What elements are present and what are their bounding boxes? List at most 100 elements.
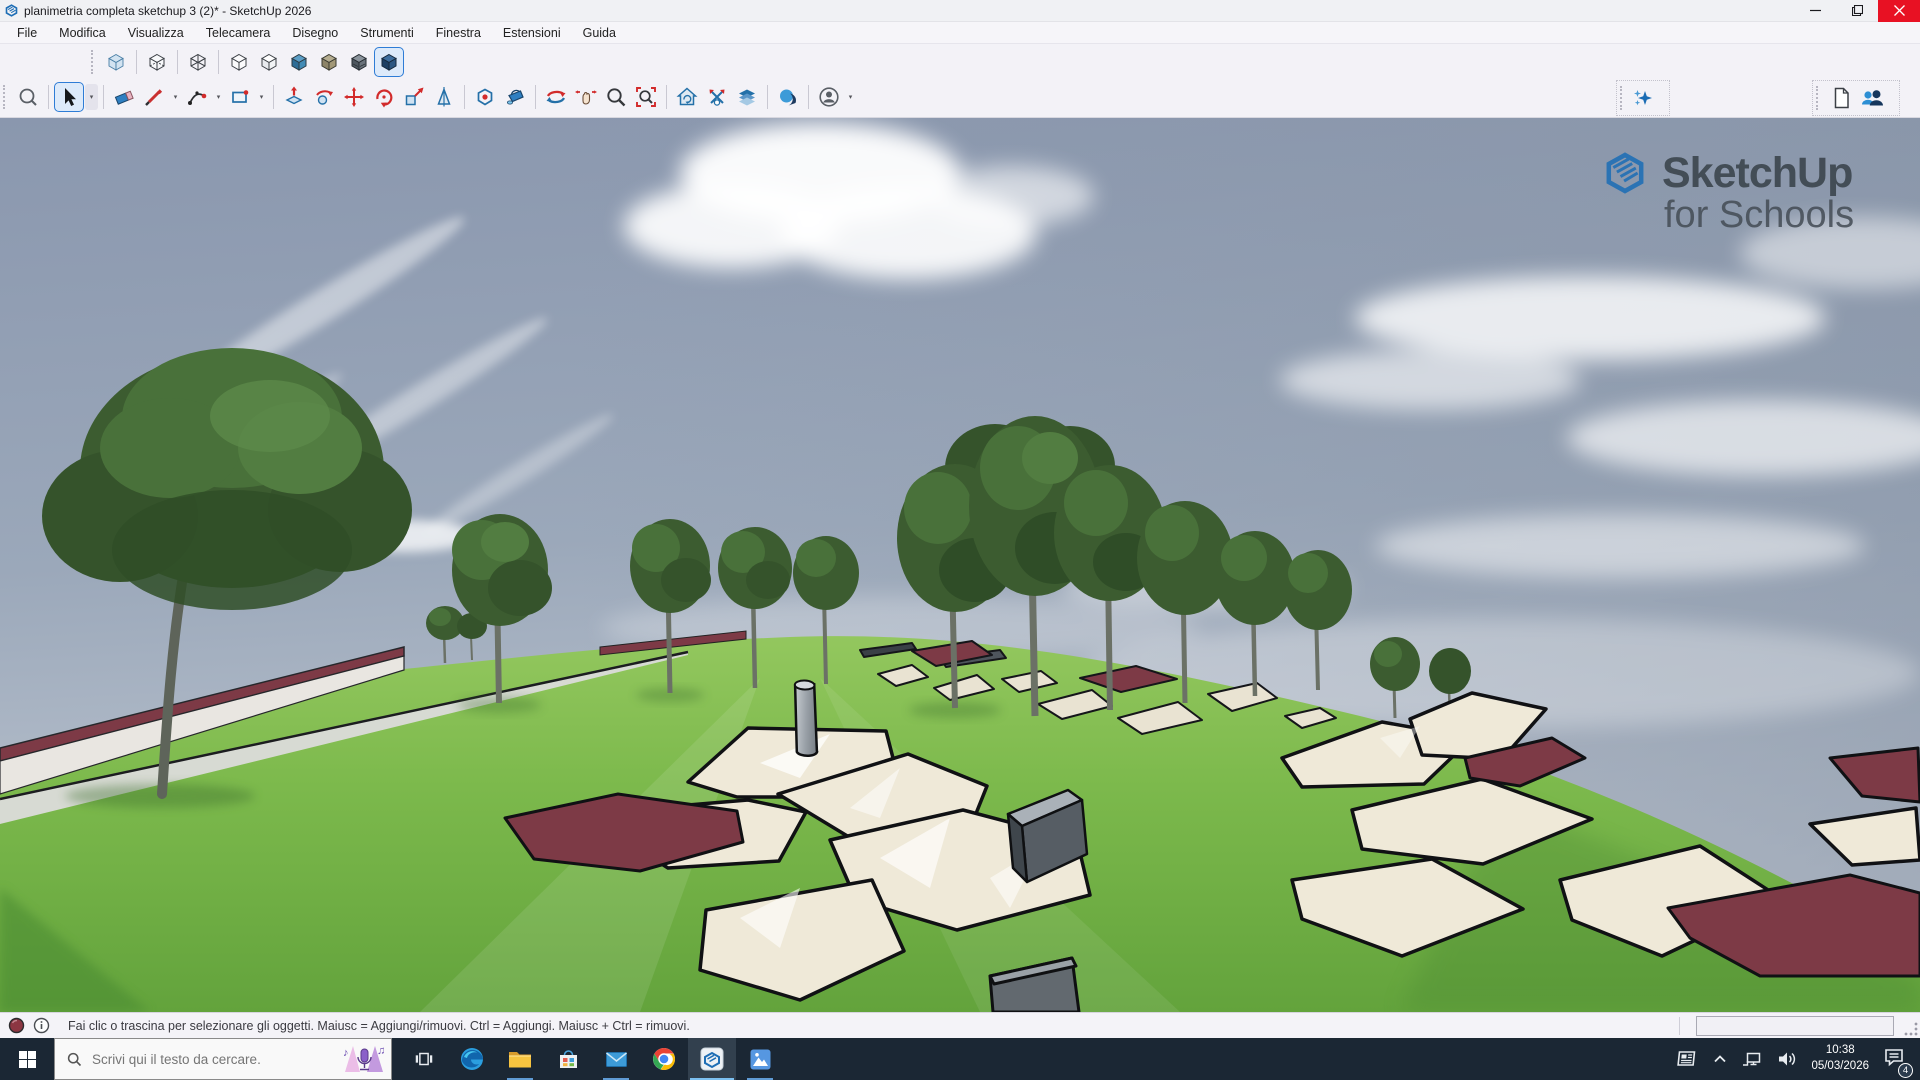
follow-me-tool-button[interactable]	[309, 82, 339, 112]
axes-tool-button[interactable]	[429, 82, 459, 112]
position-camera-button[interactable]	[702, 82, 732, 112]
menu-disegno[interactable]: Disegno	[281, 22, 349, 44]
notification-center-button[interactable]: 4	[1882, 1045, 1906, 1074]
menu-visualizza[interactable]: Visualizza	[117, 22, 195, 44]
push-pull-tool-button[interactable]	[279, 82, 309, 112]
zoom-extents-tool-button[interactable]	[631, 82, 661, 112]
home-view-button[interactable]	[672, 82, 702, 112]
close-button[interactable]	[1878, 0, 1920, 22]
task-view-button[interactable]	[400, 1038, 448, 1080]
style-shaded-textures-button[interactable]	[314, 47, 344, 77]
toolbar-grip[interactable]	[91, 50, 96, 74]
style-xray-button[interactable]	[101, 47, 131, 77]
collab-toolbar	[1812, 80, 1900, 116]
viewport-3d[interactable]: SketchUp for Schools	[0, 118, 1920, 1012]
toolbar-area: ▾ ▾ ▾ ▾	[0, 44, 1920, 118]
style-wireframe-button[interactable]	[183, 47, 213, 77]
maximize-button[interactable]	[1836, 0, 1878, 22]
search-icon	[67, 1052, 82, 1067]
title-bar: planimetria completa sketchup 3 (2)* - S…	[0, 0, 1920, 22]
orbit-tool-button[interactable]	[541, 82, 571, 112]
geolocation-tool-button[interactable]	[773, 82, 803, 112]
pillar	[792, 680, 819, 756]
move-tool-button[interactable]	[339, 82, 369, 112]
speaker-icon[interactable]	[1776, 1048, 1798, 1070]
clock-date: 05/03/2026	[1811, 1059, 1869, 1075]
select-tool-dropdown[interactable]: ▾	[85, 84, 98, 110]
toolbar-grip[interactable]	[1620, 86, 1625, 110]
chevron-up-icon[interactable]	[1712, 1051, 1728, 1067]
info-icon[interactable]	[33, 1017, 50, 1034]
eraser-tool-button[interactable]	[109, 82, 139, 112]
taskbar-app-file-explorer[interactable]	[496, 1038, 544, 1080]
taskbar-app-mail[interactable]	[592, 1038, 640, 1080]
search-input[interactable]	[92, 1052, 341, 1067]
svg-text:♫: ♫	[377, 1045, 385, 1057]
section-planes-button[interactable]	[732, 82, 762, 112]
rotate-tool-button[interactable]	[369, 82, 399, 112]
watermark-title: SketchUp	[1662, 149, 1852, 198]
new-document-button[interactable]	[1826, 83, 1856, 113]
paint-bucket-tool-button[interactable]	[500, 82, 530, 112]
pan-tool-button[interactable]	[571, 82, 601, 112]
zoom-tool-button[interactable]	[601, 82, 631, 112]
select-tool-button[interactable]	[54, 82, 84, 112]
style-current-button[interactable]	[374, 47, 404, 77]
news-widget-icon[interactable]	[1675, 1047, 1699, 1071]
menu-telecamera[interactable]: Telecamera	[195, 22, 282, 44]
style-hidden-line-shaded-button[interactable]	[254, 47, 284, 77]
arc-tool-dropdown[interactable]: ▾	[212, 84, 225, 110]
status-bar: Fai clic o trascina per selezionare gli …	[0, 1012, 1920, 1038]
account-button[interactable]	[814, 82, 844, 112]
style-shaded-button[interactable]	[284, 47, 314, 77]
geolocation-status-icon[interactable]	[8, 1017, 25, 1034]
taskbar-app-chrome[interactable]	[640, 1038, 688, 1080]
style-hidden-line-button[interactable]	[224, 47, 254, 77]
rectangle-tool-button[interactable]	[225, 82, 255, 112]
menu-guida[interactable]: Guida	[572, 22, 627, 44]
watermark-subtitle: for Schools	[1664, 194, 1898, 237]
style-back-edges-button[interactable]	[142, 47, 172, 77]
minimize-button[interactable]	[1794, 0, 1836, 22]
watermark: SketchUp for Schools	[1598, 146, 1898, 237]
scale-tool-button[interactable]	[399, 82, 429, 112]
menu-strumenti[interactable]: Strumenti	[349, 22, 425, 44]
svg-text:♪: ♪	[343, 1047, 349, 1059]
taskbar-search[interactable]: ♪ ♫	[54, 1038, 392, 1080]
styles-toolbar	[88, 47, 404, 77]
style-monochrome-button[interactable]	[344, 47, 374, 77]
tools-toolbar: ▾ ▾ ▾ ▾	[0, 82, 857, 112]
toolbar-grip[interactable]	[3, 85, 8, 109]
search-highlight-mic-art[interactable]: ♪ ♫	[341, 1044, 387, 1074]
line-tool-dropdown[interactable]: ▾	[169, 84, 182, 110]
measurements-input[interactable]	[1696, 1016, 1894, 1036]
system-tray: 10:38 05/03/2026 4	[1675, 1038, 1920, 1080]
scene-render	[0, 118, 1920, 1012]
resize-grip[interactable]	[1904, 1022, 1918, 1036]
menu-bar: File Modifica Visualizza Telecamera Dise…	[0, 22, 1920, 44]
account-dropdown[interactable]: ▾	[844, 84, 857, 110]
menu-file[interactable]: File	[6, 22, 48, 44]
taskbar-app-store[interactable]	[544, 1038, 592, 1080]
notification-badge: 4	[1898, 1063, 1913, 1078]
taskbar-app-edge[interactable]	[448, 1038, 496, 1080]
menu-modifica[interactable]: Modifica	[48, 22, 117, 44]
rectangle-tool-dropdown[interactable]: ▾	[255, 84, 268, 110]
menu-finestra[interactable]: Finestra	[425, 22, 492, 44]
line-tool-button[interactable]	[139, 82, 169, 112]
arc-tool-button[interactable]	[182, 82, 212, 112]
taskbar-clock[interactable]: 10:38 05/03/2026	[1811, 1043, 1869, 1074]
menu-estensioni[interactable]: Estensioni	[492, 22, 572, 44]
start-button[interactable]	[0, 1038, 54, 1080]
taskbar-app-sketchup[interactable]	[688, 1038, 736, 1080]
sketchup-window: planimetria completa sketchup 3 (2)* - S…	[0, 0, 1920, 1080]
ai-sparkle-button[interactable]	[1630, 83, 1656, 113]
toolbar-grip[interactable]	[1816, 86, 1821, 110]
taskbar-app-photos[interactable]	[736, 1038, 784, 1080]
network-icon[interactable]	[1741, 1048, 1763, 1070]
offset-tool-button[interactable]	[470, 82, 500, 112]
collaborate-people-button[interactable]	[1856, 83, 1888, 113]
search-tool-button[interactable]	[13, 82, 43, 112]
clock-time: 10:38	[1811, 1043, 1869, 1059]
taskbar: ♪ ♫	[0, 1038, 1920, 1080]
